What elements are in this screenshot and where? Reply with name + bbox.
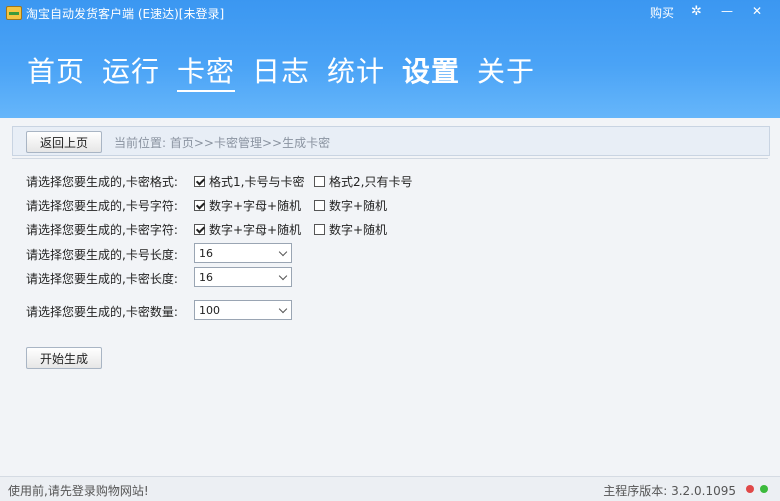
format-option-1[interactable]: 格式1,卡号与卡密: [194, 173, 304, 190]
minimize-icon[interactable]: —: [721, 4, 733, 18]
pwd-length-value: 16: [199, 270, 213, 284]
nav-item-stats[interactable]: 统计: [327, 50, 385, 90]
start-generate-button[interactable]: 开始生成: [26, 347, 102, 369]
status-red-dot-icon: [746, 485, 754, 493]
buy-button[interactable]: 购买: [650, 4, 674, 21]
checkbox-checked-icon[interactable]: [194, 200, 205, 211]
format-option-2-label: 格式2,只有卡号: [329, 175, 413, 189]
pwd-chars-label: 请选择您要生成的,卡密字符:: [26, 223, 178, 237]
nav-item-about[interactable]: 关于: [477, 50, 535, 90]
nav-item-cards[interactable]: 卡密: [177, 50, 236, 92]
pwd-chars-option-1-label: 数字+字母+随机: [209, 223, 302, 237]
format-label: 请选择您要生成的,卡密格式:: [26, 175, 178, 189]
app-logo-icon: [6, 6, 22, 20]
pwd-length-label: 请选择您要生成的,卡密长度:: [26, 272, 178, 286]
header: 淘宝自动发货客户端 (E速达)[未登录] 购买 ✲ — ✕ 首页 运行 卡密 日…: [0, 0, 780, 118]
chevron-down-icon: [278, 247, 288, 257]
title-bar: 淘宝自动发货客户端 (E速达)[未登录] 购买 ✲ — ✕: [0, 0, 780, 26]
checkbox-checked-icon[interactable]: [194, 176, 205, 187]
breadcrumb: 当前位置: 首页>>卡密管理>>生成卡密: [114, 136, 331, 150]
back-button[interactable]: 返回上页: [26, 131, 102, 153]
format-option-2[interactable]: 格式2,只有卡号: [314, 173, 412, 190]
window-title: 淘宝自动发货客户端 (E速达)[未登录]: [26, 5, 224, 22]
checkbox-icon[interactable]: [314, 224, 325, 235]
checkbox-icon[interactable]: [314, 200, 325, 211]
nav-item-settings[interactable]: 设置: [402, 50, 460, 90]
app-title: 淘宝自动发货客户端 (E速达): [26, 7, 179, 21]
pwd-chars-option-2-label: 数字+随机: [329, 223, 388, 237]
pwd-chars-option-1[interactable]: 数字+字母+随机: [194, 221, 301, 238]
pwd-length-select[interactable]: 16: [194, 267, 292, 287]
close-icon[interactable]: ✕: [752, 4, 762, 18]
card-chars-label: 请选择您要生成的,卡号字符:: [26, 199, 178, 213]
count-select[interactable]: 100: [194, 300, 292, 320]
card-chars-option-1[interactable]: 数字+字母+随机: [194, 197, 301, 214]
status-bar: 使用前,请先登录购物网站! 主程序版本: 3.2.0.1095: [0, 476, 780, 501]
status-message: 使用前,请先登录购物网站!: [8, 484, 149, 498]
card-chars-option-2-label: 数字+随机: [329, 199, 388, 213]
count-label: 请选择您要生成的,卡密数量:: [26, 305, 178, 319]
chevron-down-icon: [278, 271, 288, 281]
card-chars-option-2[interactable]: 数字+随机: [314, 197, 387, 214]
status-green-dot-icon: [760, 485, 768, 493]
checkbox-checked-icon[interactable]: [194, 224, 205, 235]
format-option-1-label: 格式1,卡号与卡密: [209, 175, 305, 189]
nav-item-log[interactable]: 日志: [252, 50, 310, 90]
divider: [12, 158, 768, 159]
nav-item-home[interactable]: 首页: [27, 50, 85, 90]
settings-gear-icon[interactable]: ✲: [691, 4, 702, 19]
login-status: [未登录]: [178, 7, 225, 21]
version-label: 主程序版本: 3.2.0.1095: [603, 484, 736, 498]
nav-item-run[interactable]: 运行: [102, 50, 160, 90]
pwd-chars-option-2[interactable]: 数字+随机: [314, 221, 387, 238]
card-length-label: 请选择您要生成的,卡号长度:: [26, 248, 178, 262]
checkbox-icon[interactable]: [314, 176, 325, 187]
count-value: 100: [199, 303, 220, 317]
card-length-select[interactable]: 16: [194, 243, 292, 263]
chevron-down-icon: [278, 304, 288, 314]
card-chars-option-1-label: 数字+字母+随机: [209, 199, 302, 213]
card-length-value: 16: [199, 246, 213, 260]
